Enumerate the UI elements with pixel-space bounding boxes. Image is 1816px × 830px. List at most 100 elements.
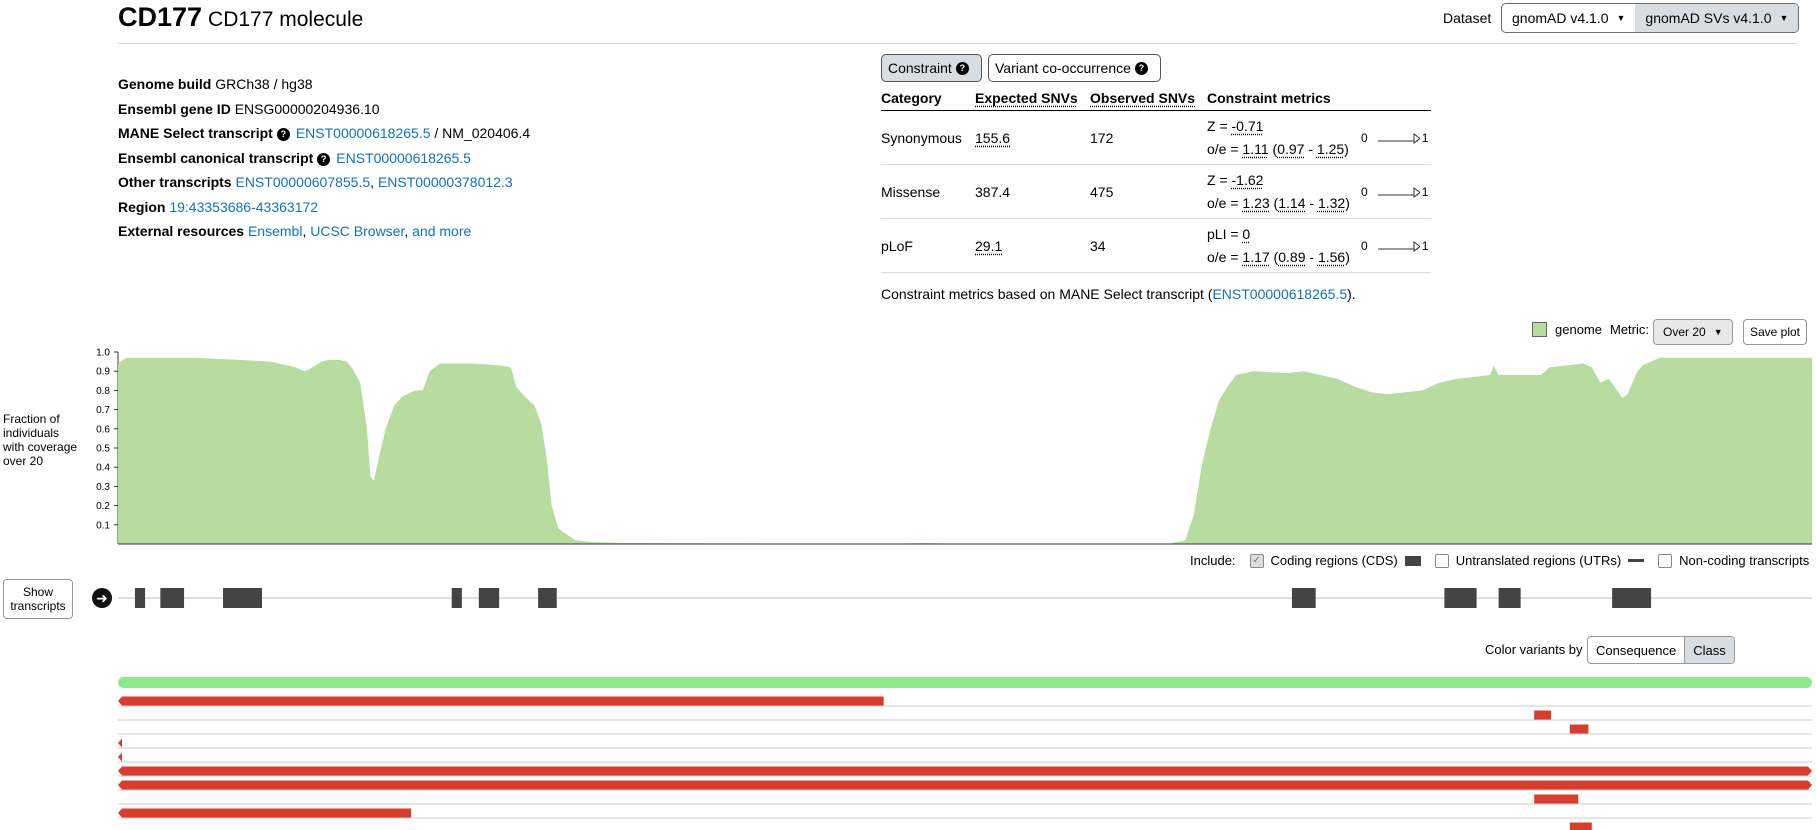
oe-line: o/e = 1.23 (1.14 - 1.32) <box>1207 192 1361 215</box>
footer-transcript-link[interactable]: ENST00000618265.5 <box>1212 286 1347 302</box>
z-label: Z = <box>1207 117 1232 134</box>
region-link[interactable]: 19:43353686-43363172 <box>169 199 318 215</box>
ci-low[interactable]: 0.97 <box>1277 141 1304 157</box>
oe-label: o/e = <box>1207 248 1243 265</box>
exon[interactable] <box>1612 588 1652 608</box>
ci-low[interactable]: 1.14 <box>1278 195 1305 211</box>
help-icon[interactable]: ? <box>1134 61 1148 75</box>
ci-sep: - <box>1305 248 1318 265</box>
sv-variant[interactable] <box>118 738 122 748</box>
exon[interactable] <box>451 588 462 608</box>
dataset-option-svs[interactable]: gnomAD SVs v4.1.0 ▼ <box>1635 4 1799 32</box>
color-by-consequence[interactable]: Consequence <box>1588 637 1684 663</box>
exon[interactable] <box>1444 588 1477 608</box>
other-transcript-link[interactable]: ENST00000607855.5 <box>235 174 370 190</box>
category-label: pLoF <box>881 237 913 254</box>
oe-value[interactable]: 1.17 <box>1242 249 1269 265</box>
ci-sep: - <box>1305 194 1318 211</box>
chevron-down-icon: ▼ <box>1616 13 1626 23</box>
expected-value[interactable]: 29.1 <box>975 238 1002 254</box>
help-icon[interactable]: ? <box>317 152 331 166</box>
metric-value: Over 20 <box>1663 325 1706 339</box>
sv-variant[interactable] <box>1534 794 1579 804</box>
oe-bar-graphic <box>1377 132 1420 144</box>
genome-swatch <box>1532 322 1547 337</box>
sv-variant[interactable] <box>1569 822 1592 830</box>
ci-low[interactable]: 0.89 <box>1278 249 1305 265</box>
color-by-class[interactable]: Class <box>1684 637 1734 663</box>
exon[interactable] <box>134 588 146 608</box>
exon[interactable] <box>538 588 557 608</box>
z-label: Z = <box>1207 171 1232 188</box>
oe-marker <box>1413 186 1420 198</box>
sv-variant[interactable] <box>1569 724 1589 734</box>
sv-variant[interactable] <box>118 780 1812 790</box>
checkbox[interactable]: ✓ <box>1249 553 1264 568</box>
exon[interactable] <box>1498 588 1521 608</box>
expected-value[interactable]: 155.6 <box>975 130 1010 146</box>
ci-open: ( <box>1269 194 1279 211</box>
ci-high[interactable]: 1.56 <box>1318 249 1345 265</box>
dataset-option-v4[interactable]: gnomAD v4.1.0 ▼ <box>1502 4 1635 32</box>
oe-value[interactable]: 1.23 <box>1242 195 1269 211</box>
ensembl-link[interactable]: Ensembl <box>248 223 302 239</box>
bar-max-label: 1 <box>1421 238 1429 253</box>
y-tick-label: 0.5 <box>96 444 110 455</box>
y-tick-label: 0.6 <box>96 424 110 435</box>
y-tick-label: 0.9 <box>96 367 110 378</box>
constraint-row: Missense 387.4 475 Z = -1.62 o/e = 1.23 (1.1… <box>881 164 1431 219</box>
tab-variant-co-occurrence[interactable]: Variant co-occurrence? <box>988 54 1161 82</box>
include-noncoding-option[interactable]: Non-coding transcripts <box>1658 553 1816 568</box>
category-label: Missense <box>881 183 941 200</box>
expected-cell: 155.6 <box>975 110 1090 165</box>
z-value[interactable]: -1.62 <box>1232 172 1264 188</box>
constraint-footer: Constraint metrics based on MANE Select … <box>881 286 1356 302</box>
oe-line: o/e = 1.11 (0.97 - 1.25) <box>1207 138 1361 161</box>
checkbox[interactable] <box>1434 553 1449 568</box>
dataset-label: Dataset <box>1443 10 1492 26</box>
sv-variant[interactable] <box>118 766 1812 776</box>
y-tick-label: 1.0 <box>96 348 110 359</box>
more-resources-link[interactable]: and more <box>412 223 471 239</box>
z-value[interactable]: -0.71 <box>1232 118 1264 134</box>
sv-variant[interactable] <box>118 696 884 706</box>
mane-transcript-link[interactable]: ENST00000618265.5 <box>296 125 431 141</box>
cds-label: Coding regions (CDS) <box>1270 553 1398 568</box>
oe-bar-graphic <box>1377 186 1420 198</box>
column-header: Observed SNVs <box>1090 86 1207 111</box>
ci-high[interactable]: 1.25 <box>1317 141 1344 157</box>
tab-label: Constraint <box>888 60 952 76</box>
checkbox[interactable] <box>1658 553 1673 568</box>
z-value[interactable]: 0 <box>1242 226 1250 242</box>
canonical-transcript-link[interactable]: ENST00000618265.5 <box>336 150 471 166</box>
y-tick-label: 0.8 <box>96 386 110 397</box>
include-utr-option[interactable]: Untranslated regions (UTRs) <box>1434 553 1645 568</box>
help-icon[interactable]: ? <box>276 128 290 141</box>
tab-constraint[interactable]: Constraint? <box>881 54 982 82</box>
sv-variant[interactable] <box>118 808 412 818</box>
exon[interactable] <box>478 588 500 608</box>
help-icon[interactable]: ? <box>955 61 969 75</box>
metrics-cell: pLI = 0 o/e = 1.17 (0.89 - 1.56) 0 1 <box>1207 218 1431 273</box>
ensembl-id-label: Ensembl gene ID <box>118 100 231 117</box>
ci-high[interactable]: 1.32 <box>1318 195 1345 211</box>
exon[interactable] <box>160 588 185 608</box>
ucsc-browser-link[interactable]: UCSC Browser <box>310 223 404 239</box>
exon[interactable] <box>1291 588 1316 608</box>
oe-value[interactable]: 1.11 <box>1242 141 1268 157</box>
genome-build-row: Genome build GRCh38 / hg38 <box>118 72 530 97</box>
include-cds-option[interactable]: ✓ Coding regions (CDS) <box>1249 553 1421 568</box>
sv-variant[interactable] <box>118 752 122 762</box>
oe-line: o/e = 1.17 (0.89 - 1.56) <box>1207 246 1361 269</box>
color-by-toggle[interactable]: Consequence Class <box>1587 636 1735 664</box>
column-header-label[interactable]: Expected SNVs <box>975 90 1078 106</box>
sv-variant[interactable] <box>1534 710 1552 720</box>
exon[interactable] <box>223 588 262 608</box>
dataset-selector[interactable]: gnomAD v4.1.0 ▼ gnomAD SVs v4.1.0 ▼ <box>1501 3 1800 33</box>
observed-value: 172 <box>1090 129 1114 146</box>
column-header-label[interactable]: Observed SNVs <box>1090 90 1195 106</box>
ci-close: ) <box>1345 248 1350 265</box>
other-transcript-link[interactable]: ENST00000378012.3 <box>378 174 513 190</box>
z-label: pLI = <box>1207 225 1243 242</box>
color-by-label: Color variants by <box>1485 642 1583 657</box>
